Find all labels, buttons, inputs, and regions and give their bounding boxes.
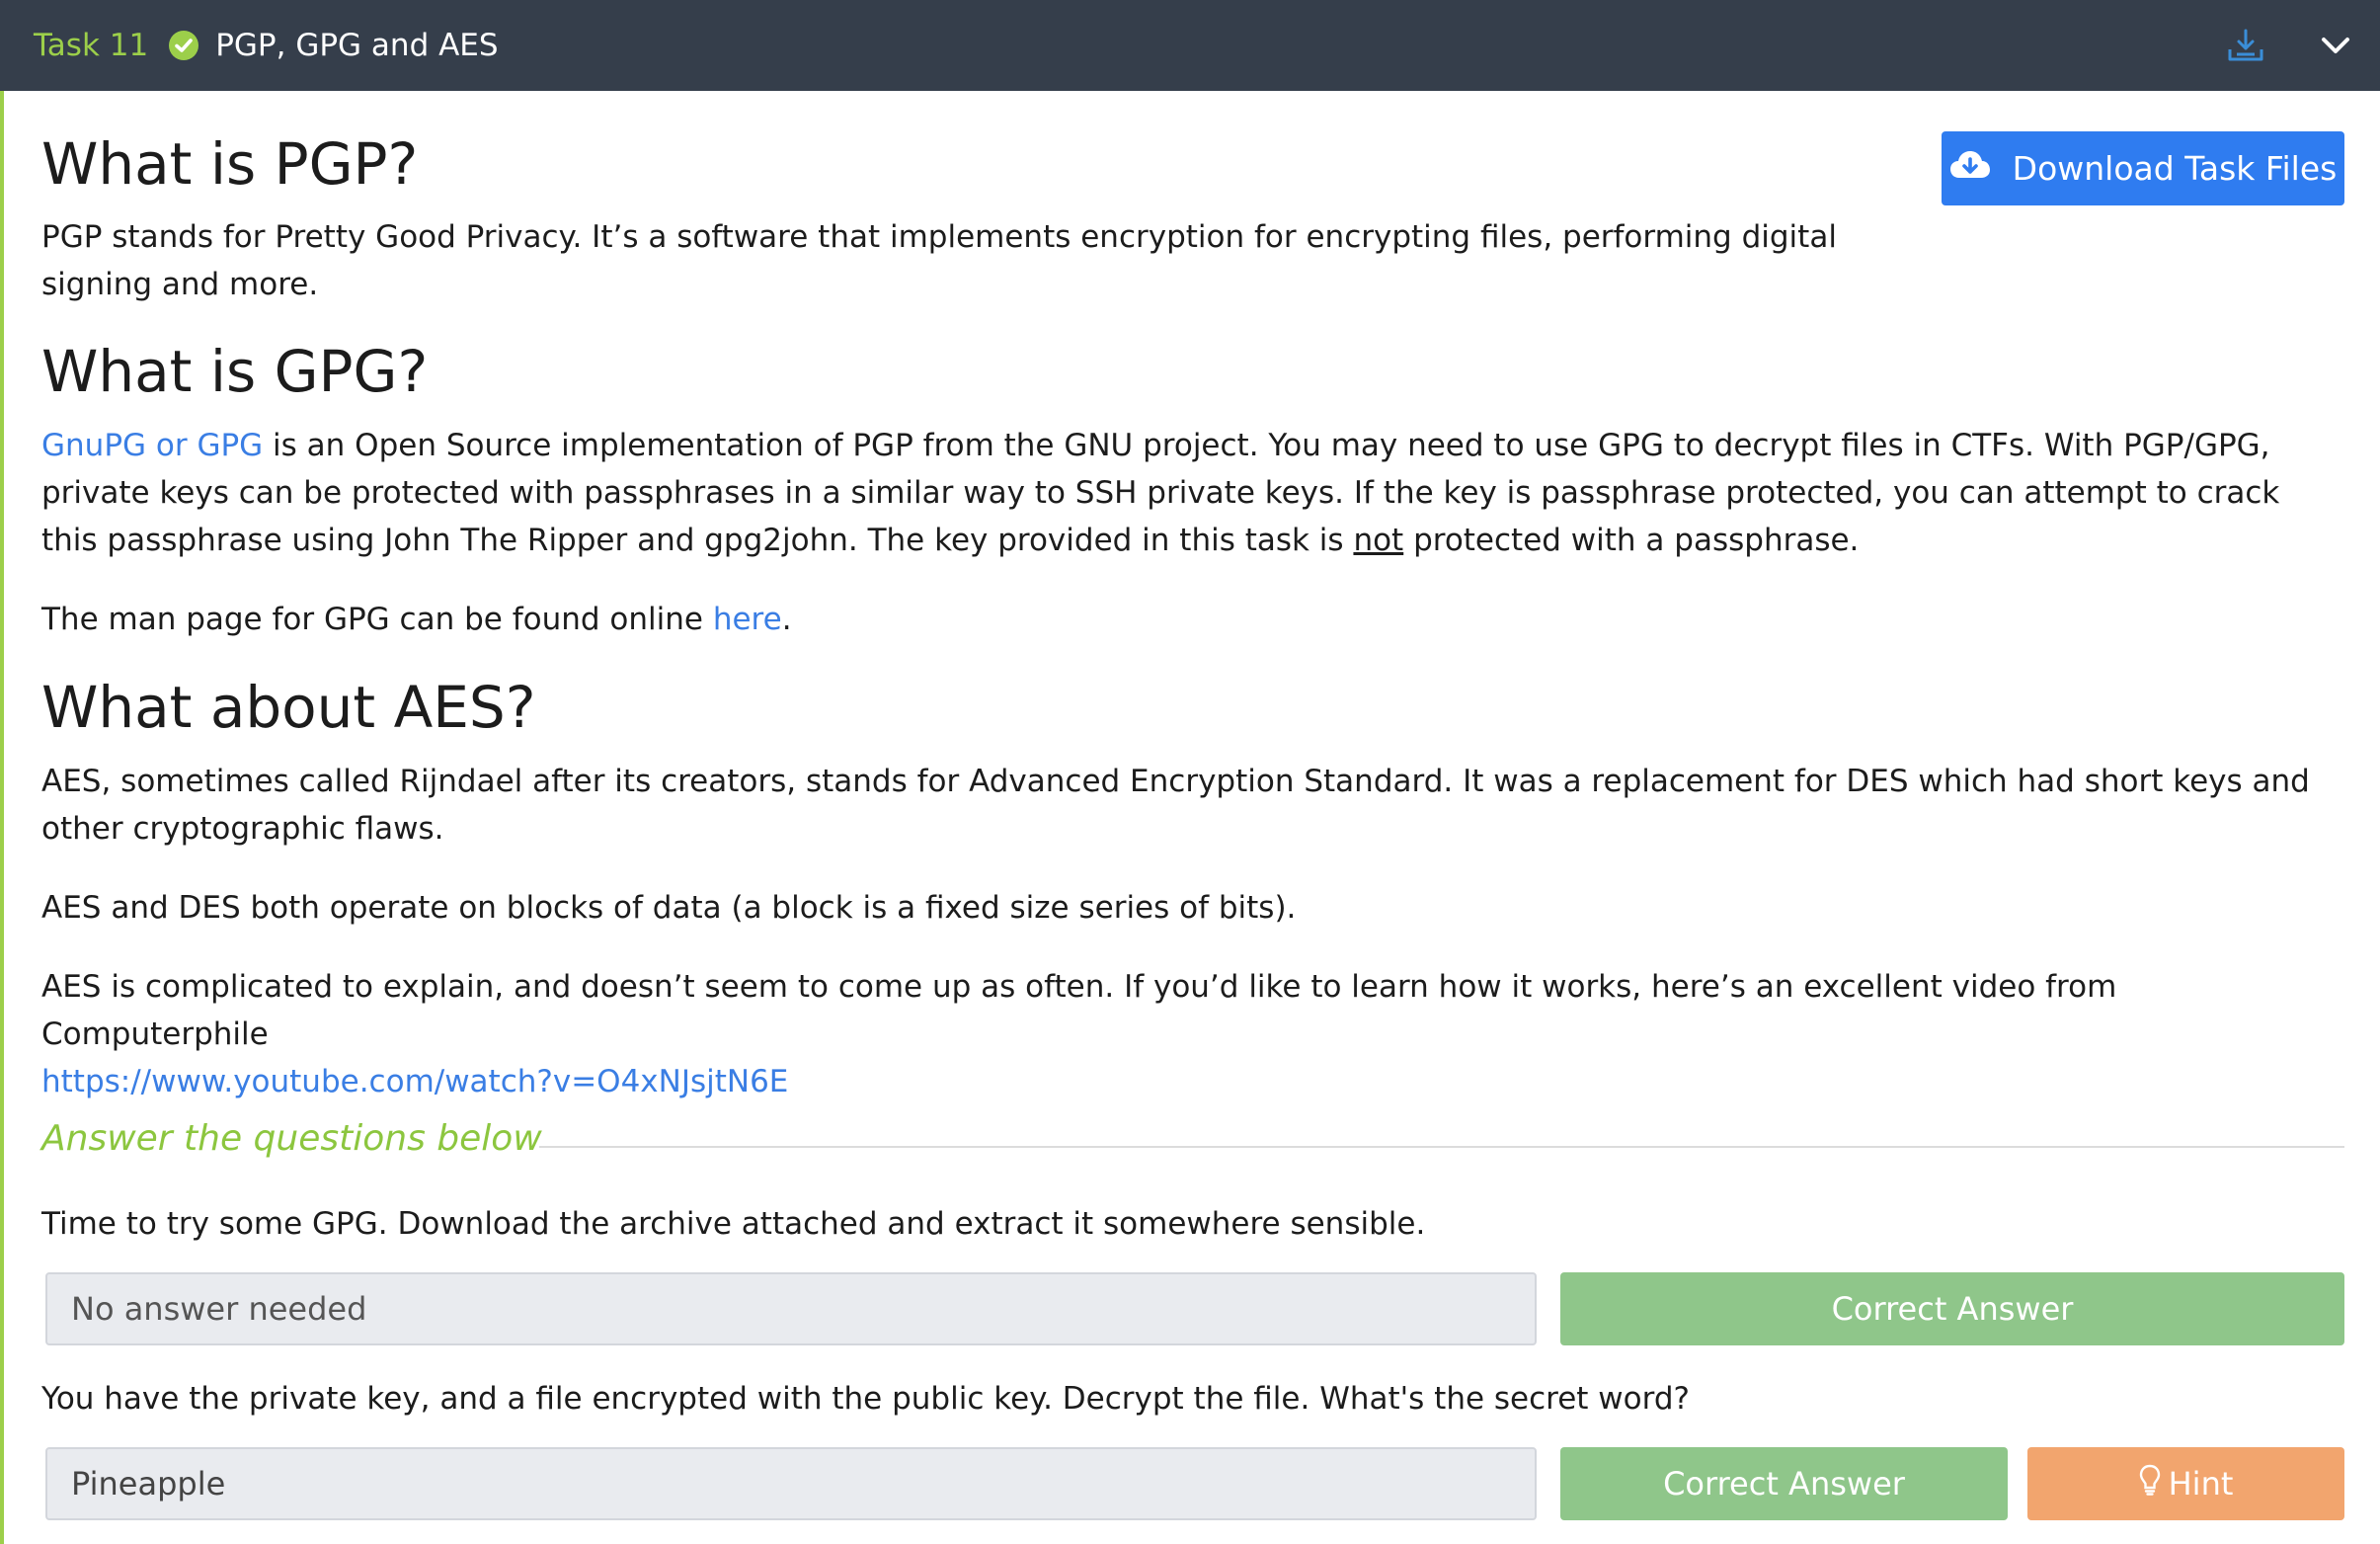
cloud-download-icon	[1949, 148, 1991, 190]
not-emphasis: not	[1353, 523, 1404, 558]
pgp-paragraph: PGP stands for Pretty Good Privacy. It’s…	[41, 219, 1837, 302]
heading-pgp: What is PGP?	[41, 130, 419, 198]
gpg-text-2: protected with a passphrase.	[1403, 523, 1860, 558]
question-1-text: Time to try some GPG. Download the archi…	[41, 1206, 1426, 1242]
aes-text-3: AES is complicated to explain, and doesn…	[41, 969, 2117, 1052]
gpg-text-1: is an Open Source implementation of PGP …	[41, 428, 2280, 558]
check-circle-icon	[168, 30, 199, 61]
chevron-down-icon[interactable]	[2321, 36, 2350, 55]
download-task-files-label: Download Task Files	[2012, 149, 2338, 188]
download-icon[interactable]	[2226, 28, 2265, 63]
man-end: .	[781, 602, 792, 637]
answer-questions-title: Answer the questions below	[41, 1118, 542, 1159]
man-text: The man page for GPG can be found online	[41, 602, 713, 637]
task-number: Task 11	[34, 28, 149, 63]
man-page-link[interactable]: here	[713, 602, 782, 637]
task-header[interactable]: Task 11 PGP, GPG and AES	[0, 0, 2380, 91]
gpg-paragraph: GnuPG or GPG is an Open Source implement…	[41, 422, 2344, 564]
question-2-text: You have the private key, and a file enc…	[41, 1381, 1690, 1417]
aes-paragraph-3: AES is complicated to explain, and doesn…	[41, 963, 2344, 1105]
video-link[interactable]: https://www.youtube.com/watch?v=O4xNJsjt…	[41, 1064, 788, 1099]
aes-paragraph-1: AES, sometimes called Rijndael after its…	[41, 764, 2310, 847]
gnupg-link[interactable]: GnuPG or GPG	[41, 428, 263, 463]
task-content: Download Task Files What is PGP? PGP sta…	[0, 91, 2380, 1544]
download-task-files-button[interactable]: Download Task Files	[1942, 131, 2344, 205]
answer-field-2[interactable]: Pineapple	[45, 1447, 1537, 1520]
hint-label: Hint	[2168, 1465, 2234, 1503]
correct-answer-button-1[interactable]: Correct Answer	[1560, 1272, 2344, 1345]
answer-field-1[interactable]: No answer needed	[45, 1272, 1537, 1345]
correct-answer-button-2[interactable]: Correct Answer	[1560, 1447, 2008, 1520]
task-title: PGP, GPG and AES	[215, 28, 499, 63]
lightbulb-icon	[2139, 1464, 2161, 1503]
hint-button[interactable]: Hint	[2027, 1447, 2344, 1520]
heading-gpg: What is GPG?	[41, 338, 429, 405]
man-page-paragraph: The man page for GPG can be found online…	[41, 596, 792, 643]
divider	[539, 1146, 2344, 1148]
aes-paragraph-2: AES and DES both operate on blocks of da…	[41, 890, 1297, 926]
heading-aes: What about AES?	[41, 674, 536, 741]
